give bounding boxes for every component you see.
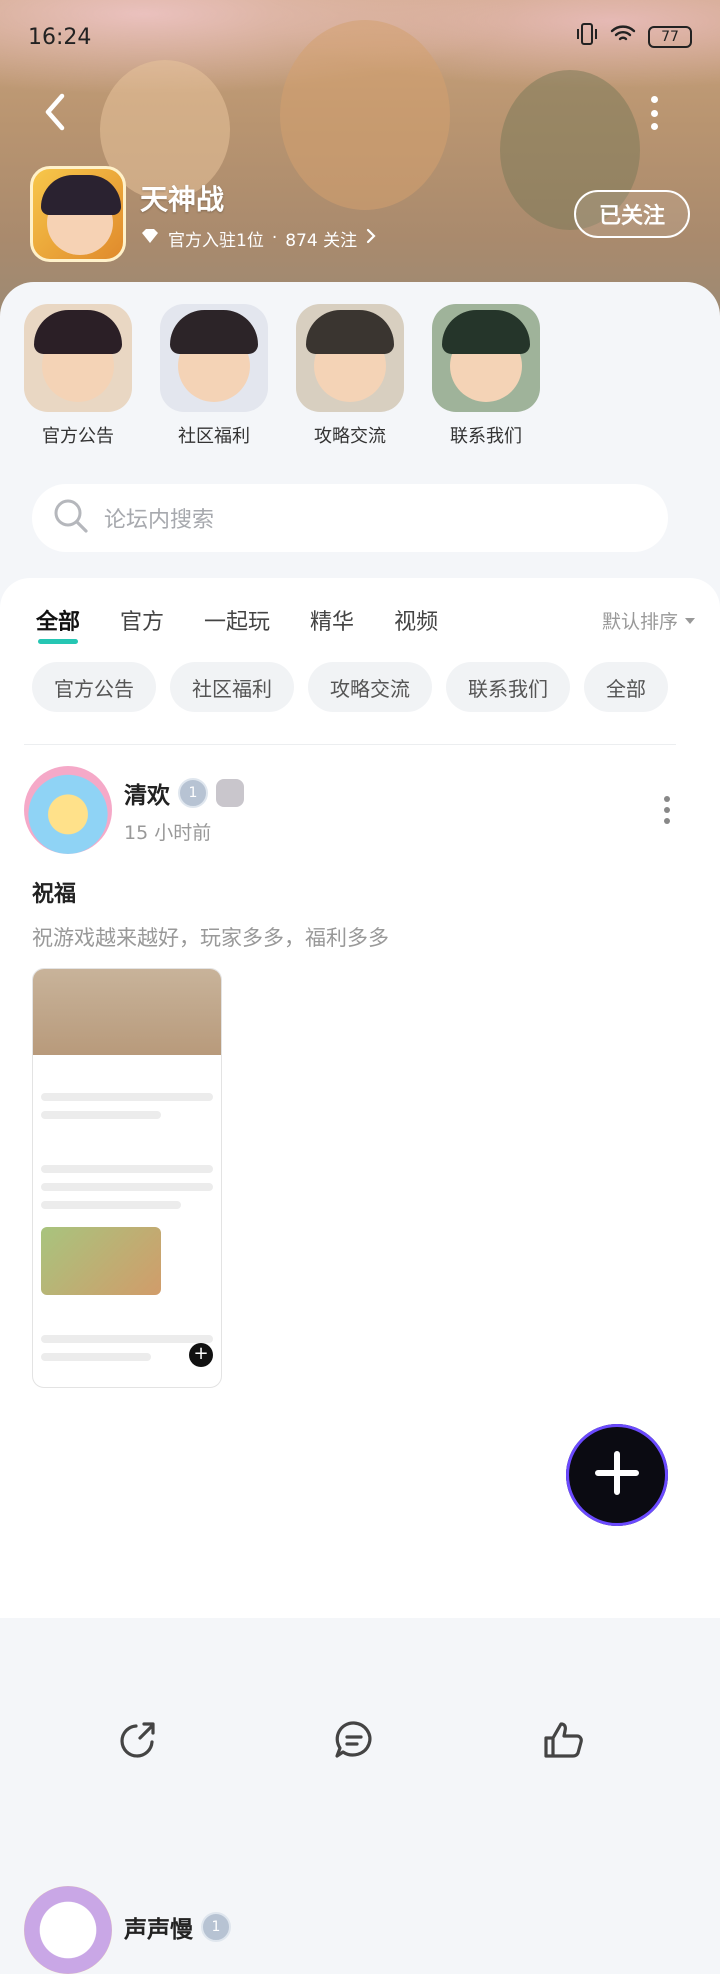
- guides-image: [296, 304, 404, 412]
- follow-button[interactable]: 已关注: [574, 190, 690, 238]
- image-line: [41, 1353, 151, 1361]
- sort-label: 默认排序: [601, 610, 678, 633]
- dot-icon: [664, 818, 670, 824]
- tab-play-together[interactable]: 一起玩: [204, 604, 270, 636]
- quick-link-announcements[interactable]: 官方公告: [24, 304, 132, 448]
- tab-all[interactable]: 全部: [36, 604, 80, 644]
- avatar[interactable]: [24, 766, 112, 854]
- category-chips: 官方公告 社区福利 攻略交流 联系我们 全部: [32, 662, 668, 712]
- post-image[interactable]: +: [32, 968, 222, 1388]
- forum-info: 天神战 官方入驻1位 · 874 关注: [140, 178, 574, 251]
- forum-meta[interactable]: 官方入驻1位 · 874 关注: [140, 226, 574, 251]
- like-button[interactable]: [542, 1718, 586, 1762]
- sort-dropdown[interactable]: 默认排序: [602, 607, 696, 634]
- tab-featured[interactable]: 精华: [310, 604, 354, 636]
- post-name-row: 声声慢 1: [124, 1910, 696, 1944]
- chip-guides[interactable]: 攻略交流: [308, 662, 432, 712]
- character-hair: [34, 310, 122, 354]
- status-bar: 16:24 77: [28, 22, 692, 52]
- image-thumbnail: [41, 1227, 161, 1295]
- post-title: 祝福: [32, 882, 77, 907]
- forum-header: 天神战 官方入驻1位 · 874 关注 已关注: [30, 166, 690, 262]
- comment-button[interactable]: [332, 1718, 376, 1762]
- dot-icon: [664, 807, 670, 813]
- battery-icon: 77: [648, 26, 692, 48]
- search-input[interactable]: 论坛内搜索: [32, 484, 668, 552]
- post-card[interactable]: 声声慢 1: [24, 1886, 696, 1974]
- chip-contact[interactable]: 联系我们: [446, 662, 570, 712]
- image-line: [41, 1335, 213, 1343]
- dot-icon: [664, 796, 670, 802]
- medal-badge: [216, 778, 244, 807]
- caret-down-icon: [684, 609, 696, 631]
- plus-icon: [594, 1450, 640, 1500]
- character-hair: [442, 310, 530, 354]
- vibrate-icon: [576, 22, 598, 52]
- share-button[interactable]: [116, 1718, 160, 1762]
- post-time: 15 小时前: [124, 821, 212, 844]
- status-icons: 77: [576, 22, 692, 52]
- announcements-image: [24, 304, 132, 412]
- avatar-hair: [41, 175, 121, 215]
- welfare-image: [160, 304, 268, 412]
- image-banner: [33, 969, 221, 1055]
- post-user-info: 声声慢 1: [124, 1910, 696, 1944]
- chip-welfare[interactable]: 社区福利: [170, 662, 294, 712]
- search-icon: [52, 497, 90, 539]
- post-body: 祝游戏越来越好，玩家多多，福利多多: [32, 926, 389, 950]
- more-options-button[interactable]: [644, 96, 664, 130]
- post-actions: [0, 1718, 720, 1778]
- image-line: [41, 1093, 213, 1101]
- image-line: [41, 1201, 181, 1209]
- create-post-button[interactable]: [566, 1424, 668, 1526]
- quick-link-guides[interactable]: 攻略交流: [296, 304, 404, 448]
- quick-link-label: 攻略交流: [314, 426, 386, 447]
- image-line: [41, 1183, 213, 1191]
- chevron-right-icon: [365, 227, 377, 250]
- level-badge: 1: [178, 777, 208, 808]
- post-header: 清欢 1 15 小时前: [24, 766, 696, 854]
- content-sheet: 官方公告 社区福利 攻略交流 联系我们 论坛内搜索 全部 官方 一起玩 精华 视…: [0, 282, 720, 1974]
- post-author[interactable]: 清欢: [124, 776, 170, 810]
- forum-name: 天神战: [140, 182, 225, 216]
- chip-all[interactable]: 全部: [584, 662, 668, 712]
- avatar[interactable]: [24, 1886, 112, 1974]
- search-placeholder: 论坛内搜索: [104, 508, 215, 533]
- quick-link-label: 社区福利: [178, 426, 250, 447]
- wifi-icon: [610, 24, 636, 50]
- character-hair: [306, 310, 394, 354]
- follower-count: 874 关注: [285, 230, 358, 251]
- post-more-button[interactable]: [662, 796, 672, 824]
- tab-video[interactable]: 视频: [394, 604, 438, 636]
- diamond-icon: [140, 227, 160, 250]
- quick-link-welfare[interactable]: 社区福利: [160, 304, 268, 448]
- quick-link-contact[interactable]: 联系我们: [432, 304, 540, 448]
- tab-official[interactable]: 官方: [120, 604, 164, 636]
- quick-links: 官方公告 社区福利 攻略交流 联系我们: [24, 304, 540, 448]
- quick-link-label: 联系我们: [450, 426, 522, 447]
- post-name-row: 清欢 1: [124, 776, 662, 810]
- forum-avatar[interactable]: [30, 166, 126, 262]
- post-card[interactable]: 清欢 1 15 小时前 祝福 祝游戏越来越好，玩家多多，福利多多 +: [24, 766, 696, 1388]
- dot-icon: [650, 109, 658, 117]
- meta-separator: ·: [271, 228, 278, 248]
- back-button[interactable]: [36, 90, 76, 134]
- post-author[interactable]: 声声慢: [124, 1910, 193, 1944]
- feed-tabs: 全部 官方 一起玩 精华 视频 默认排序: [36, 600, 696, 644]
- contact-image: [432, 304, 540, 412]
- forum-banner: 16:24 77 天神战 官方入驻1位 · 874 关注 已关注: [0, 0, 720, 320]
- status-time: 16:24: [28, 24, 92, 50]
- image-line: [41, 1111, 161, 1119]
- divider: [24, 744, 676, 745]
- dot-icon: [650, 96, 658, 103]
- chip-announcements[interactable]: 官方公告: [32, 662, 156, 712]
- official-count: 官方入驻1位: [168, 230, 264, 251]
- plus-icon: +: [189, 1343, 213, 1367]
- post-user-info: 清欢 1 15 小时前: [124, 776, 662, 845]
- level-badge: 1: [201, 1912, 231, 1942]
- quick-link-label: 官方公告: [42, 426, 114, 447]
- dot-icon: [650, 123, 658, 130]
- character-hair: [170, 310, 258, 354]
- image-line: [41, 1165, 213, 1173]
